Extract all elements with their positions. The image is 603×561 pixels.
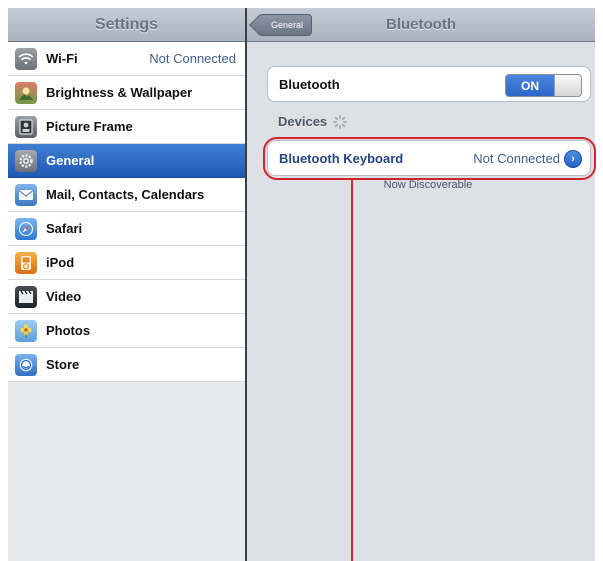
settings-item-label: Photos xyxy=(46,323,91,338)
ipod-icon xyxy=(15,251,37,274)
annotation-callout-line xyxy=(351,180,353,561)
wifi-icon xyxy=(15,47,37,70)
settings-master-pane: Settings Wi-Fi Not Connected Brightness … xyxy=(8,8,245,561)
detail-title: Bluetooth xyxy=(386,16,456,33)
settings-item-general[interactable]: General xyxy=(8,144,245,178)
photos-icon xyxy=(15,319,37,342)
bluetooth-label: Bluetooth xyxy=(279,76,340,92)
toggle-knob[interactable] xyxy=(554,75,581,96)
brightness-icon xyxy=(15,81,37,104)
settings-item-wifi[interactable]: Wi-Fi Not Connected xyxy=(8,42,245,76)
video-icon xyxy=(15,285,37,308)
safari-icon xyxy=(15,217,37,240)
mail-icon xyxy=(15,183,37,206)
settings-item-video[interactable]: Video xyxy=(8,280,245,314)
toggle-on-label: ON xyxy=(506,75,554,96)
settings-item-label: General xyxy=(46,153,95,168)
devices-header: Devices xyxy=(278,114,348,129)
discoverable-status: Now Discoverable xyxy=(383,179,473,191)
picture-frame-icon xyxy=(15,115,37,138)
settings-item-brightness-wallpaper[interactable]: Brightness & Wallpaper xyxy=(8,76,245,110)
master-title: Settings xyxy=(94,15,159,33)
settings-item-label: Video xyxy=(46,289,82,304)
devices-header-label: Devices xyxy=(278,114,328,129)
wifi-status: Not Connected xyxy=(149,51,236,66)
store-icon xyxy=(15,353,37,376)
bluetooth-row: Bluetooth ON xyxy=(268,67,590,101)
settings-item-mail-contacts-calendars[interactable]: Mail, Contacts, Calendars xyxy=(8,178,245,212)
settings-item-label: Brightness & Wallpaper xyxy=(46,85,193,100)
settings-item-label: Store xyxy=(46,357,80,372)
ipad-settings-screen: Settings Wi-Fi Not Connected Brightness … xyxy=(8,8,596,561)
gear-icon xyxy=(15,149,37,172)
settings-item-photos[interactable]: Photos xyxy=(8,314,245,348)
annotation-highlight-ring xyxy=(263,137,596,180)
settings-item-safari[interactable]: Safari xyxy=(8,212,245,246)
bluetooth-detail-pane: General Bluetooth Bluetooth ON Devices B xyxy=(247,8,595,561)
settings-item-label: Safari xyxy=(46,221,83,236)
settings-item-store[interactable]: Store xyxy=(8,348,245,382)
detail-navigation-bar: General Bluetooth xyxy=(247,8,595,42)
settings-item-label: Mail, Contacts, Calendars xyxy=(46,187,205,202)
settings-item-picture-frame[interactable]: Picture Frame xyxy=(8,110,245,144)
master-empty-area xyxy=(8,391,245,561)
bluetooth-toggle-group: Bluetooth ON xyxy=(267,66,591,102)
settings-item-label: iPod xyxy=(46,255,75,270)
settings-item-label: Picture Frame xyxy=(46,119,133,134)
master-navigation-bar: Settings xyxy=(8,8,245,42)
searching-spinner-icon xyxy=(333,114,348,129)
settings-item-ipod[interactable]: iPod xyxy=(8,246,245,280)
settings-list: Wi-Fi Not Connected Brightness & Wallpap… xyxy=(8,42,245,382)
bluetooth-toggle-switch[interactable]: ON xyxy=(505,74,582,97)
settings-item-label: Wi-Fi xyxy=(46,51,78,66)
